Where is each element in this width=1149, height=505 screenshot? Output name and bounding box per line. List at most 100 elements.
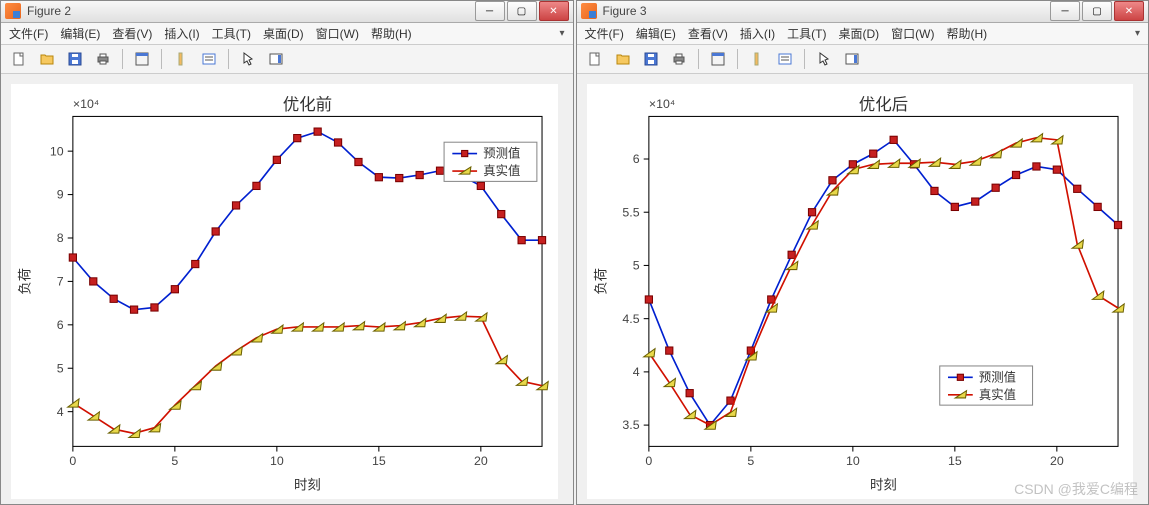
data-marker	[211, 362, 222, 370]
toolbar-separator	[122, 49, 123, 69]
toolbar	[1, 45, 573, 74]
data-marker	[1031, 133, 1042, 141]
menu-item[interactable]: 文件(F)	[585, 25, 624, 42]
menu-item[interactable]: 窗口(W)	[316, 25, 359, 42]
menu-item[interactable]: 编辑(E)	[636, 25, 676, 42]
data-marker	[231, 346, 242, 354]
legend[interactable]: 预测值真实值	[444, 142, 537, 181]
dock-button[interactable]	[130, 47, 154, 71]
data-marker	[868, 160, 879, 168]
data-marker	[69, 253, 76, 260]
svg-text:7: 7	[57, 274, 64, 288]
menu-item[interactable]: 帮助(H)	[371, 25, 412, 42]
data-marker	[890, 136, 897, 143]
insert-colorbar-button[interactable]	[264, 47, 288, 71]
new-figure-button[interactable]	[7, 47, 31, 71]
menu-dropdown-icon[interactable]: ▾	[559, 28, 564, 39]
save-button[interactable]	[63, 47, 87, 71]
save-button[interactable]	[639, 47, 663, 71]
open-button[interactable]	[35, 47, 59, 71]
data-cursor-button[interactable]	[745, 47, 769, 71]
maximize-button[interactable]: ▢	[1082, 1, 1112, 21]
menu-item[interactable]: 窗口(W)	[891, 25, 934, 42]
menu-item[interactable]: 查看(V)	[112, 25, 152, 42]
menu-item[interactable]: 编辑(E)	[60, 25, 100, 42]
svg-text:5: 5	[57, 361, 64, 375]
menu-item[interactable]: 桌面(D)	[838, 25, 879, 42]
data-marker	[827, 186, 838, 194]
window-title: Figure 3	[603, 4, 647, 18]
edit-plot-button[interactable]	[812, 47, 836, 71]
insert-legend-button[interactable]	[773, 47, 797, 71]
edit-plot-button[interactable]	[236, 47, 260, 71]
line-series-0	[648, 139, 1117, 424]
toolbar-separator	[698, 49, 699, 69]
data-marker	[170, 401, 181, 409]
data-marker	[1072, 240, 1083, 248]
insert-legend-button[interactable]	[197, 47, 221, 71]
title-bar[interactable]: Figure 3 ─ ▢ ✕	[577, 1, 1149, 23]
menu-dropdown-icon[interactable]: ▾	[1135, 28, 1140, 39]
minimize-button[interactable]: ─	[1050, 1, 1080, 21]
menu-item[interactable]: 文件(F)	[9, 25, 48, 42]
menu-item[interactable]: 插入(I)	[164, 25, 199, 42]
print-button[interactable]	[667, 47, 691, 71]
data-marker	[992, 184, 999, 191]
legend-label: 预测值	[483, 145, 520, 160]
svg-text:4: 4	[632, 365, 639, 379]
menu-item[interactable]: 工具(T)	[787, 25, 826, 42]
data-marker	[1114, 221, 1121, 228]
data-marker	[1012, 171, 1019, 178]
legend[interactable]: 预测值真实值	[939, 366, 1032, 405]
svg-text:10: 10	[50, 144, 64, 158]
data-marker	[665, 347, 672, 354]
data-marker	[645, 295, 652, 302]
dock-button[interactable]	[706, 47, 730, 71]
menu-item[interactable]: 桌面(D)	[263, 25, 304, 42]
x-axis-label: 时刻	[870, 477, 897, 492]
menu-item[interactable]: 插入(I)	[740, 25, 775, 42]
new-figure-button[interactable]	[583, 47, 607, 71]
data-marker	[828, 176, 835, 183]
data-marker	[294, 134, 301, 141]
data-marker	[951, 203, 958, 210]
line-series-1	[73, 316, 542, 433]
svg-text:0: 0	[645, 454, 652, 468]
menu-item[interactable]: 工具(T)	[212, 25, 251, 42]
close-button[interactable]: ✕	[1114, 1, 1144, 21]
data-marker	[684, 410, 695, 418]
x-axis-label: 时刻	[294, 477, 321, 492]
insert-colorbar-button[interactable]	[840, 47, 864, 71]
line-series-1	[648, 137, 1117, 424]
data-marker	[1073, 185, 1080, 192]
close-button[interactable]: ✕	[539, 1, 569, 21]
chart-title: 优化后	[858, 95, 907, 114]
data-marker	[251, 333, 262, 341]
svg-text:0: 0	[69, 454, 76, 468]
matlab-icon	[581, 3, 597, 19]
menu-item[interactable]: 帮助(H)	[946, 25, 987, 42]
data-marker	[1032, 162, 1039, 169]
y-axis-label: 负荷	[593, 268, 608, 295]
svg-text:3.5: 3.5	[622, 418, 639, 432]
data-marker	[686, 389, 693, 396]
svg-text:20: 20	[1049, 454, 1063, 468]
menu-item[interactable]: 查看(V)	[688, 25, 728, 42]
data-marker	[1010, 138, 1021, 146]
data-marker	[930, 187, 937, 194]
svg-text:5: 5	[171, 454, 178, 468]
svg-text:6: 6	[632, 152, 639, 166]
data-marker	[171, 285, 178, 292]
data-marker	[192, 260, 199, 267]
minimize-button[interactable]: ─	[475, 1, 505, 21]
data-marker	[477, 182, 484, 189]
title-bar[interactable]: Figure 2 ─ ▢ ✕	[1, 1, 573, 23]
maximize-button[interactable]: ▢	[507, 1, 537, 21]
open-button[interactable]	[611, 47, 635, 71]
data-marker	[788, 251, 795, 258]
print-button[interactable]	[91, 47, 115, 71]
data-marker	[151, 303, 158, 310]
figure-window: Figure 2 ─ ▢ ✕ 文件(F) 编辑(E) 查看(V) 插入(I) 工具(T) 桌…	[0, 0, 574, 505]
data-cursor-button[interactable]	[169, 47, 193, 71]
svg-text:6: 6	[57, 318, 64, 332]
